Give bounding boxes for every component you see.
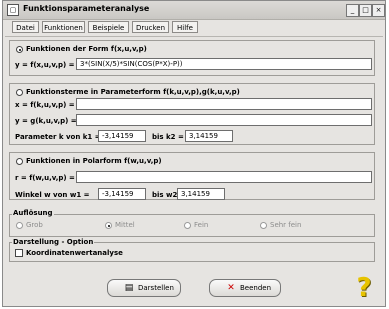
k1-field[interactable]: -3,14159 — [98, 130, 146, 142]
radio-fein[interactable] — [184, 222, 191, 229]
radio-grob-label: Grob — [26, 221, 43, 229]
radio-grob[interactable] — [16, 222, 23, 229]
radio-parametric[interactable] — [16, 89, 23, 96]
w-range-label: Winkel w von w1 = — [15, 191, 90, 199]
radio-parametric-label: Funktionsterme in Parameterform f(k,u,v,… — [26, 88, 240, 96]
quit-button[interactable]: ✕ Beenden — [209, 279, 281, 297]
r-term-field[interactable] — [76, 171, 372, 183]
y-term-label: y = g(k,u,v,p) = — [15, 117, 77, 125]
k2-label: bis k2 = — [152, 133, 184, 141]
k-range-label: Parameter k von k1 = — [15, 133, 101, 141]
show-button-label: Darstellen — [138, 284, 174, 292]
radio-function-form-label: Funktionen der Form f(x,u,v,p) — [26, 45, 147, 53]
k2-field[interactable]: 3,14159 — [185, 130, 233, 142]
menu-beispiele[interactable]: Beispiele — [88, 21, 129, 33]
menu-drucken[interactable]: Drucken — [132, 21, 169, 33]
radio-mittel[interactable] — [105, 222, 112, 229]
minimize-icon[interactable]: _ — [346, 4, 359, 17]
title-bar: ▢ Funktionsparameteranalyse _ □ × — [3, 1, 385, 20]
menu-funktionen[interactable]: Funktionen — [42, 21, 85, 33]
chart-icon: ▤ — [124, 283, 134, 293]
close-x-icon: ✕ — [227, 283, 235, 293]
display-option-legend: Darstellung - Option — [12, 238, 95, 246]
equation-label: y = f(x,u,v,p) = — [15, 61, 75, 69]
window-title: Funktionsparameteranalyse — [23, 4, 150, 13]
close-icon[interactable]: × — [372, 4, 385, 17]
menu-datei[interactable]: Datei — [12, 21, 39, 33]
maximize-icon[interactable]: □ — [359, 4, 372, 17]
radio-fein-label: Fein — [194, 221, 209, 229]
radio-sehr-fein[interactable] — [260, 222, 267, 229]
coordinate-analysis-checkbox[interactable] — [15, 249, 23, 257]
menu-hilfe[interactable]: Hilfe — [172, 21, 198, 33]
quit-button-label: Beenden — [240, 284, 272, 292]
question-mark-icon[interactable]: ? — [350, 274, 378, 302]
app-icon[interactable]: ▢ — [7, 4, 19, 16]
radio-polar-label: Funktionen in Polarform f(w,u,v,p) — [26, 157, 162, 165]
w2-field[interactable]: 3,14159 — [177, 188, 225, 200]
w1-field[interactable]: -3,14159 — [98, 188, 146, 200]
r-term-label: r = f(w,u,v,p) = — [15, 174, 75, 182]
x-term-label: x = f(k,u,v,p) = — [15, 101, 75, 109]
equation-field[interactable]: 3*(SIN(X/5)*SIN(COS(P*X)-P)) — [76, 58, 372, 70]
menu-separator — [5, 36, 383, 37]
resolution-legend: Auflösung — [12, 209, 54, 217]
menu-bar: Datei Funktionen Beispiele Drucken Hilfe — [5, 21, 383, 35]
y-term-field[interactable] — [76, 114, 372, 126]
x-term-field[interactable] — [76, 98, 372, 110]
coordinate-analysis-label: Koordinatenwertanalyse — [26, 249, 123, 257]
resolution-group — [9, 214, 375, 237]
radio-polar[interactable] — [16, 158, 23, 165]
radio-function-form[interactable] — [16, 46, 23, 53]
radio-sehr-fein-label: Sehr fein — [270, 221, 302, 229]
show-button[interactable]: ▤ Darstellen — [107, 279, 181, 297]
radio-mittel-label: Mittel — [115, 221, 135, 229]
